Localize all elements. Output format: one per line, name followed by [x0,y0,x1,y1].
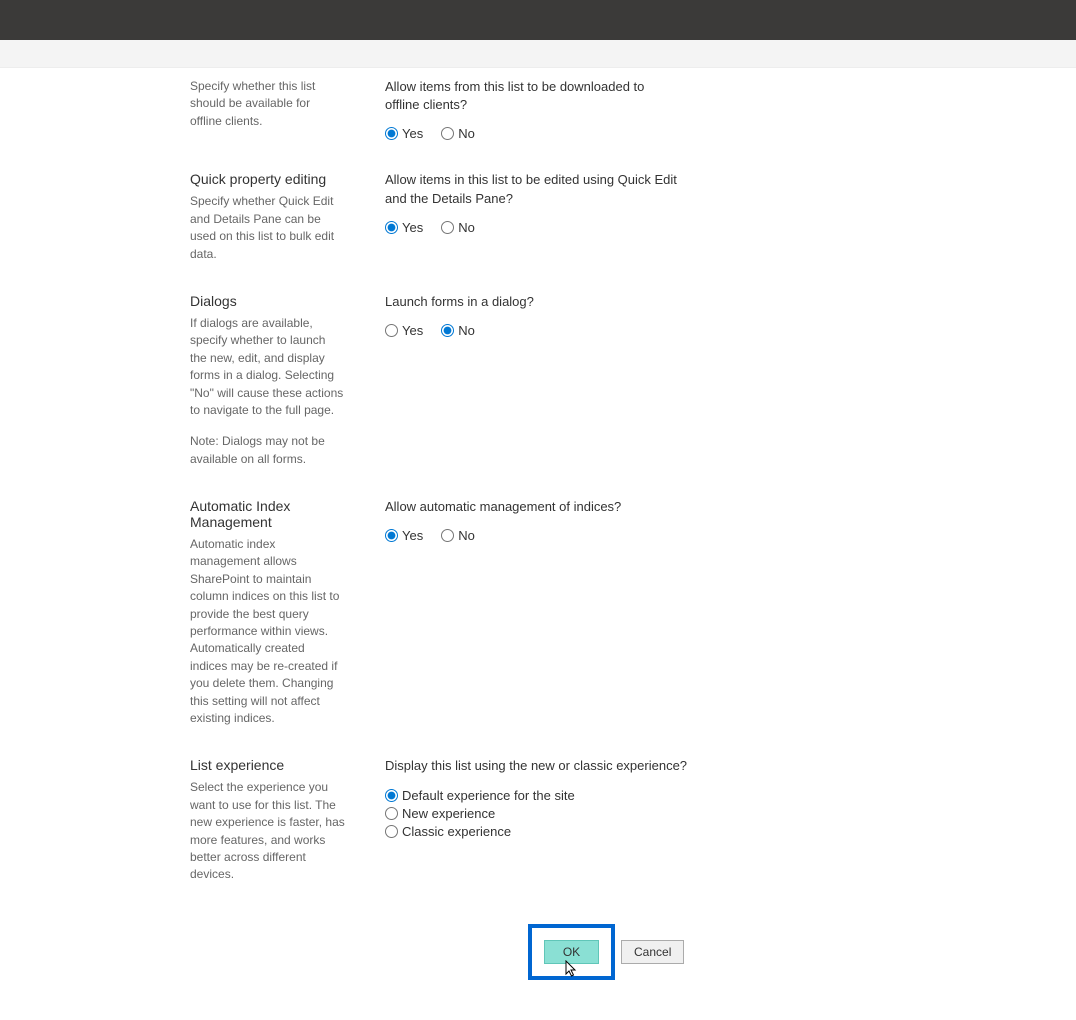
experience-radio-new-input[interactable] [385,807,398,820]
experience-radio-default[interactable]: Default experience for the site [385,788,765,803]
top-app-bar [0,0,1076,40]
form-button-row: OK Cancel [190,924,906,980]
quickedit-section: Quick property editing Specify whether Q… [190,171,906,263]
dialogs-desc: If dialogs are available, specify whethe… [190,315,345,419]
offline-desc: Specify whether this list should be avai… [190,78,345,130]
quickedit-title: Quick property editing [190,171,345,187]
dialogs-radio-yes[interactable]: Yes [385,323,423,338]
dialogs-radio-no-input[interactable] [441,324,454,337]
experience-title: List experience [190,757,345,773]
dialogs-section: Dialogs If dialogs are available, specif… [190,293,906,468]
autoindex-radio-no[interactable]: No [441,528,475,543]
autoindex-radio-yes[interactable]: Yes [385,528,423,543]
dialogs-question: Launch forms in a dialog? [385,293,680,311]
autoindex-radio-no-input[interactable] [441,529,454,542]
autoindex-title: Automatic Index Management [190,498,345,530]
experience-radio-classic[interactable]: Classic experience [385,824,765,839]
quickedit-radio-no-input[interactable] [441,221,454,234]
offline-radio-no-input[interactable] [441,127,454,140]
settings-content: Specify whether this list should be avai… [0,68,1076,1020]
quickedit-radio-no[interactable]: No [441,220,475,235]
experience-question: Display this list using the new or class… [385,757,765,775]
offline-question: Allow items from this list to be downloa… [385,78,680,114]
experience-section: List experience Select the experience yo… [190,757,906,883]
autoindex-desc: Automatic index management allows ShareP… [190,536,345,727]
offline-radio-yes-input[interactable] [385,127,398,140]
quickedit-no-label: No [458,220,475,235]
autoindex-section: Automatic Index Management Automatic ind… [190,498,906,727]
experience-radio-classic-input[interactable] [385,825,398,838]
offline-no-label: No [458,126,475,141]
quickedit-radio-yes[interactable]: Yes [385,220,423,235]
ok-button[interactable]: OK [544,940,599,964]
quickedit-desc: Specify whether Quick Edit and Details P… [190,193,345,263]
dialogs-note: Note: Dialogs may not be available on al… [190,433,345,468]
sub-header-bar [0,40,1076,68]
quickedit-question: Allow items in this list to be edited us… [385,171,680,207]
dialogs-radio-no[interactable]: No [441,323,475,338]
dialogs-radio-yes-input[interactable] [385,324,398,337]
offline-section: Specify whether this list should be avai… [190,78,906,141]
autoindex-no-label: No [458,528,475,543]
dialogs-title: Dialogs [190,293,345,309]
cancel-button[interactable]: Cancel [621,940,684,964]
experience-default-label: Default experience for the site [402,788,575,803]
offline-radio-no[interactable]: No [441,126,475,141]
ok-highlight-box: OK [528,924,615,980]
dialogs-no-label: No [458,323,475,338]
offline-yes-label: Yes [402,126,423,141]
experience-desc: Select the experience you want to use fo… [190,779,345,883]
autoindex-question: Allow automatic management of indices? [385,498,680,516]
experience-classic-label: Classic experience [402,824,511,839]
dialogs-yes-label: Yes [402,323,423,338]
experience-radio-default-input[interactable] [385,789,398,802]
offline-radio-yes[interactable]: Yes [385,126,423,141]
autoindex-radio-yes-input[interactable] [385,529,398,542]
autoindex-yes-label: Yes [402,528,423,543]
quickedit-radio-yes-input[interactable] [385,221,398,234]
quickedit-yes-label: Yes [402,220,423,235]
